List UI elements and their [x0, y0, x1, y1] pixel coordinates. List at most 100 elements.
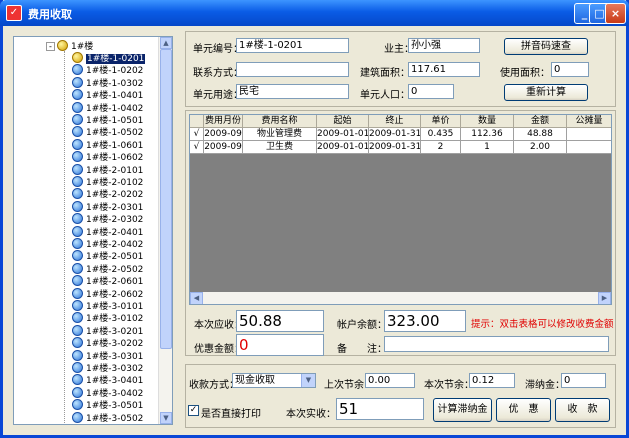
contact-field[interactable] [236, 62, 349, 77]
actual-field[interactable]: 51 [336, 398, 424, 420]
usage-field[interactable]: 民宅 [236, 84, 349, 99]
tree-item[interactable]: 1#楼-1-0502 [72, 126, 143, 138]
tree-item[interactable]: 1#楼-2-0602 [72, 287, 144, 300]
table-cell[interactable]: √ [190, 141, 204, 154]
tree-item[interactable]: 1#楼-2-0301 [72, 200, 143, 213]
table-cell[interactable]: √ [190, 128, 204, 141]
tree-item[interactable]: 1#楼-2-0601 [72, 275, 143, 287]
tree-item[interactable]: 1#楼-1-0501 [72, 114, 143, 126]
column-header[interactable]: 公摊量 [567, 115, 611, 128]
scroll-left-icon[interactable]: ◀ [190, 292, 203, 304]
table-cell[interactable]: 2009-01-31 [369, 128, 421, 141]
people-field[interactable]: 0 [408, 84, 454, 99]
tree-item[interactable]: 1#楼-2-0401 [72, 225, 143, 238]
tree-item[interactable]: 1#楼-3-0402 [72, 386, 143, 399]
column-header[interactable]: 终止 [369, 115, 421, 128]
tree-item[interactable]: 1#楼-1-0602 [72, 151, 143, 163]
tree-item[interactable]: 1#楼-3-0401 [72, 374, 143, 386]
due-field[interactable]: 50.88 [236, 310, 324, 332]
table-cell[interactable]: 48.88 [514, 128, 567, 141]
scroll-down-icon[interactable]: ▼ [160, 412, 172, 424]
unit-tree[interactable]: -1#楼 1#楼-1-0201 1#楼-1-0202 1#楼-1-0302 1#楼-1… [13, 36, 173, 425]
tree-item[interactable]: 1#楼-2-0501 [72, 250, 143, 262]
tree-item[interactable]: 1#楼-3-0302 [72, 362, 143, 374]
scroll-right-icon[interactable]: ▶ [598, 292, 611, 304]
late-fee-field[interactable]: 0 [561, 373, 606, 388]
table-row[interactable]: √ 2009-09 物业管理费 2009-01-01 2009-01-31 0.435 11… [190, 128, 611, 141]
table-cell[interactable]: 1 [461, 141, 514, 154]
tree-item[interactable]: 1#楼-3-0501 [72, 399, 143, 411]
collapse-icon[interactable]: - [46, 42, 55, 51]
column-header[interactable]: 单价 [421, 115, 461, 128]
tree-item[interactable]: 1#楼-3-0202 [72, 337, 143, 349]
payment-method-select[interactable]: 现金收取 ▼ [232, 373, 316, 388]
column-header[interactable]: 数量 [461, 115, 514, 128]
column-header[interactable] [190, 115, 204, 128]
table-cell[interactable]: 2.00 [514, 141, 567, 154]
tree-scroll-thumb[interactable] [160, 49, 172, 349]
tree-item[interactable]: 1#楼-3-0201 [72, 324, 143, 337]
scroll-up-icon[interactable]: ▲ [160, 37, 172, 49]
table-cell[interactable]: 2009-01-31 [369, 141, 421, 154]
unit-no-field[interactable]: 1#楼-1-0201 [236, 38, 349, 53]
tree-item[interactable]: 1#楼-1-0402 [72, 101, 143, 114]
chevron-down-icon[interactable]: ▼ [301, 374, 315, 387]
discount-field[interactable]: 0 [236, 334, 324, 356]
unit-icon [72, 225, 83, 237]
note-field[interactable] [384, 336, 609, 352]
table-cell[interactable] [567, 128, 611, 141]
title-bar[interactable]: ✓ 费用收取 _ □ × [0, 0, 629, 26]
column-header[interactable]: 费用名称 [243, 115, 317, 128]
tree-item[interactable]: 1#楼-1-0302 [72, 76, 143, 89]
tree-item[interactable]: 1#楼-3-0502 [72, 411, 143, 424]
tree-item[interactable]: 1#楼-2-0202 [72, 188, 143, 200]
owner-field[interactable]: 孙小强 [408, 38, 480, 53]
tree-item[interactable]: 1#楼-2-0101 [72, 163, 143, 176]
tree-item-label: 1#楼-3-0302 [86, 364, 144, 374]
table-row[interactable]: √ 2009-09 卫生费 2009-01-01 2009-01-31 2 1 2.00 [190, 141, 611, 154]
table-cell[interactable] [567, 141, 611, 154]
table-cell[interactable]: 物业管理费 [243, 128, 317, 141]
fee-table[interactable]: ◀ ▶ 费用月份 费用名称 起始 终止 单价 数量 金额 公摊量 √ 2009-09 物业管理费 20… [189, 114, 612, 305]
table-cell[interactable]: 2009-01-01 [317, 128, 369, 141]
table-cell[interactable]: 2009-09 [204, 128, 243, 141]
tree-item[interactable]: 1#楼-2-0302 [72, 213, 143, 225]
tree-item[interactable]: 1#楼-3-0101 [72, 300, 143, 312]
last-balance-field[interactable]: 0.00 [365, 373, 415, 388]
tree-item[interactable]: 1#楼-1-0201 [72, 52, 146, 64]
table-cell[interactable]: 0.435 [421, 128, 461, 141]
table-cell[interactable]: 2 [421, 141, 461, 154]
table-hscrollbar[interactable]: ◀ ▶ [190, 292, 611, 304]
area-field[interactable]: 117.61 [408, 62, 480, 77]
table-cell[interactable]: 卫生费 [243, 141, 317, 154]
column-header[interactable]: 起始 [317, 115, 369, 128]
pinyin-search-button[interactable]: 拼音码速查 [504, 38, 588, 55]
tree-item[interactable]: 1#楼-2-0102 [72, 176, 143, 188]
balance-field[interactable]: 323.00 [384, 310, 466, 332]
tree-item[interactable]: 1#楼-3-0102 [72, 312, 143, 324]
unit-icon [72, 250, 83, 262]
table-cell[interactable]: 2009-09 [204, 141, 243, 154]
unit-icon [72, 200, 83, 212]
collect-button[interactable]: 收 款 [555, 398, 610, 422]
tree-root[interactable]: -1#楼 [46, 40, 93, 52]
calculate-late-fee-button[interactable]: 计算滞纳金 [433, 398, 492, 422]
this-balance-field[interactable]: 0.12 [469, 373, 515, 388]
tree-item[interactable]: 1#楼-1-0401 [72, 89, 143, 101]
column-header[interactable]: 金额 [514, 115, 567, 128]
tree-item[interactable]: 1#楼-1-0601 [72, 138, 143, 151]
table-cell[interactable]: 112.36 [461, 128, 514, 141]
discount-button[interactable]: 优 惠 [496, 398, 551, 422]
tree-item[interactable]: 1#楼-2-0502 [72, 262, 143, 275]
tree-item[interactable]: 1#楼-3-0301 [72, 349, 143, 362]
table-cell[interactable]: 2009-01-01 [317, 141, 369, 154]
tree-scrollbar[interactable]: ▲ ▼ [158, 37, 172, 424]
direct-print-checkbox[interactable]: ✓ [188, 405, 199, 416]
use-area-field[interactable]: 0 [551, 62, 589, 77]
recalculate-button[interactable]: 重新计算 [504, 84, 588, 101]
close-button[interactable]: × [605, 3, 626, 24]
tree-item[interactable]: 1#楼-1-0202 [72, 64, 143, 76]
tree-item[interactable]: 1#楼-2-0402 [72, 238, 143, 250]
column-header[interactable]: 费用月份 [204, 115, 243, 128]
tree-item-label: 1#楼-2-0602 [86, 289, 144, 300]
